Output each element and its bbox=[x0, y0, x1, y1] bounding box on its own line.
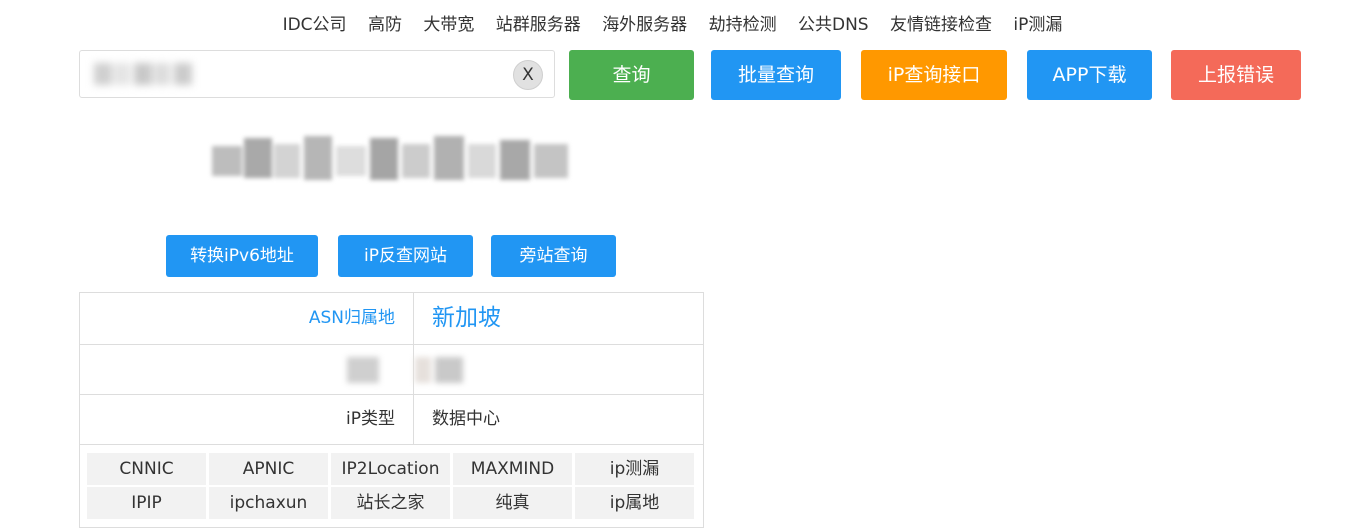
ip-type-row: iP类型 数据中心 bbox=[80, 395, 703, 445]
clear-search-button[interactable]: X bbox=[513, 60, 543, 90]
redacted-ip-input bbox=[94, 61, 204, 87]
nav-site-group-server[interactable]: 站群服务器 bbox=[496, 12, 581, 38]
query-button[interactable]: 查询 bbox=[569, 50, 694, 100]
source-ip-attribution[interactable]: ip属地 bbox=[575, 487, 694, 519]
side-site-query-button[interactable]: 旁站查询 bbox=[491, 235, 616, 277]
asn-value[interactable]: 新加坡 bbox=[432, 293, 501, 344]
asn-label: ASN归属地 bbox=[80, 293, 414, 344]
nav-ip-leak[interactable]: iP测漏 bbox=[1013, 12, 1062, 38]
redacted-ip-heading bbox=[212, 132, 574, 190]
nav-overseas-server[interactable]: 海外服务器 bbox=[602, 12, 687, 38]
ip-api-button[interactable]: iP查询接口 bbox=[861, 50, 1007, 100]
ip-info-table: ASN归属地 新加坡 iP类型 数据中心 CNNIC APNIC IP2Loca… bbox=[79, 292, 704, 528]
ip-type-label: iP类型 bbox=[80, 395, 414, 444]
source-cnnic[interactable]: CNNIC bbox=[87, 453, 206, 485]
batch-query-button[interactable]: 批量查询 bbox=[711, 50, 841, 100]
redacted-location bbox=[335, 355, 525, 385]
ip-reverse-site-button[interactable]: iP反查网站 bbox=[338, 235, 473, 277]
asn-row: ASN归属地 新加坡 bbox=[80, 293, 703, 345]
search-box: X bbox=[79, 50, 555, 98]
source-maxmind[interactable]: MAXMIND bbox=[453, 453, 572, 485]
convert-ipv6-button[interactable]: 转换iPv6地址 bbox=[166, 235, 318, 277]
source-apnic[interactable]: APNIC bbox=[209, 453, 328, 485]
source-chunzhen[interactable]: 纯真 bbox=[453, 487, 572, 519]
nav-idc[interactable]: IDC公司 bbox=[283, 12, 347, 38]
report-error-button[interactable]: 上报错误 bbox=[1171, 50, 1301, 100]
redacted-row bbox=[80, 345, 703, 395]
source-ip2location[interactable]: IP2Location bbox=[331, 453, 450, 485]
source-ipip[interactable]: IPIP bbox=[87, 487, 206, 519]
nav-hijack-check[interactable]: 劫持检测 bbox=[709, 12, 777, 38]
app-download-button[interactable]: APP下载 bbox=[1027, 50, 1152, 100]
source-ipchaxun[interactable]: ipchaxun bbox=[209, 487, 328, 519]
nav-gaofang[interactable]: 高防 bbox=[368, 12, 402, 38]
nav-bandwidth[interactable]: 大带宽 bbox=[423, 12, 474, 38]
top-nav: IDC公司 高防 大带宽 站群服务器 海外服务器 劫持检测 公共DNS 友情链接… bbox=[0, 12, 1345, 38]
ip-type-value: 数据中心 bbox=[432, 409, 500, 429]
nav-public-dns[interactable]: 公共DNS bbox=[798, 12, 869, 38]
source-ip-leak[interactable]: ip测漏 bbox=[575, 453, 694, 485]
source-chinaz[interactable]: 站长之家 bbox=[331, 487, 450, 519]
nav-friendlink-check[interactable]: 友情链接检查 bbox=[890, 12, 992, 38]
